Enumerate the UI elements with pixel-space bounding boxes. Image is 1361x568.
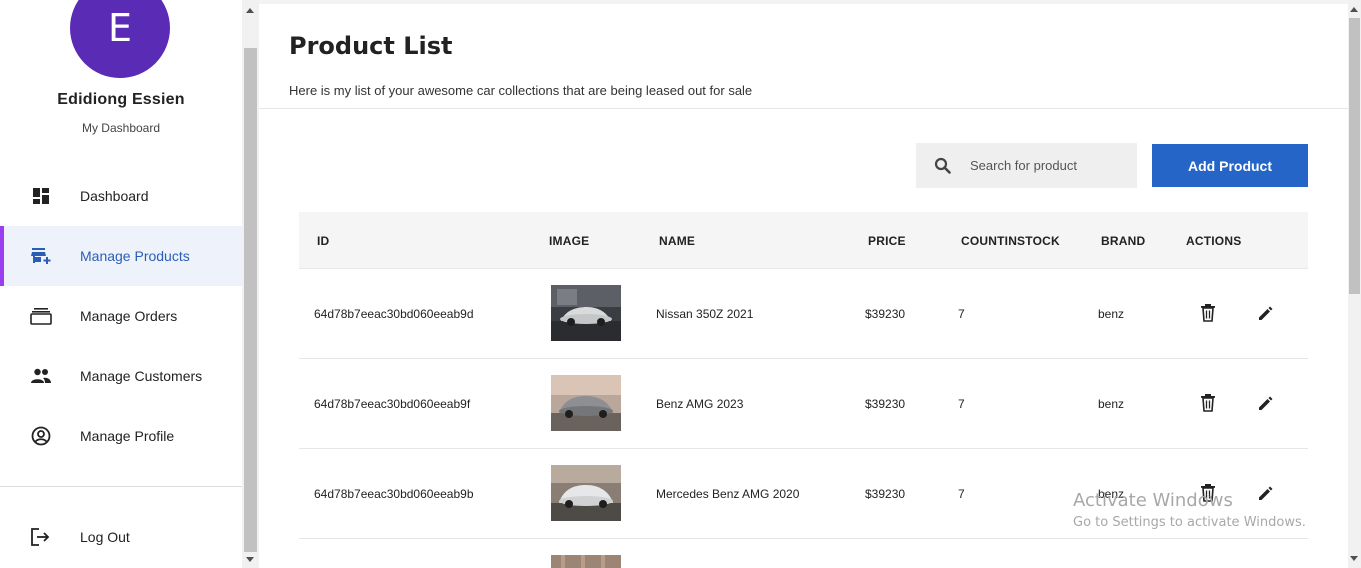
- header-divider: [259, 108, 1348, 109]
- product-count: 7: [958, 307, 965, 321]
- table-row: 64d78b7eeac30bd060eeab9f Benz AMG 2023 $…: [299, 359, 1308, 449]
- main-scrollbar[interactable]: [1348, 0, 1361, 568]
- column-header-id: ID: [317, 234, 330, 248]
- scroll-up-arrow-icon[interactable]: [1350, 7, 1358, 12]
- product-brand: benz: [1098, 397, 1125, 411]
- column-header-countinstock: COUNTINSTOCK: [961, 234, 1060, 248]
- column-header-image: IMAGE: [549, 234, 590, 248]
- sidebar-scroll-thumb[interactable]: [244, 48, 257, 552]
- sidebar-item-manage-profile[interactable]: Manage Profile: [0, 406, 242, 466]
- windows-activation-watermark: Activate Windows Go to Settings to activ…: [1073, 490, 1306, 530]
- search-box[interactable]: [916, 143, 1137, 188]
- search-icon: [934, 157, 952, 175]
- account-circle-icon: [30, 425, 52, 447]
- product-name: Benz AMG 2023: [656, 397, 744, 411]
- sidebar-item-manage-orders[interactable]: Manage Orders: [0, 286, 242, 346]
- user-name: Edidiong Essien: [57, 91, 185, 108]
- sidebar-item-label: Manage Orders: [80, 308, 178, 324]
- column-header-name: NAME: [659, 234, 696, 248]
- sidebar-item-label: Manage Customers: [80, 368, 203, 384]
- search-input[interactable]: [970, 143, 1130, 188]
- scroll-up-arrow-icon[interactable]: [246, 8, 254, 13]
- edit-icon[interactable]: [1257, 394, 1277, 414]
- sidebar: E Edidiong Essien My Dashboard Dashboard…: [0, 0, 242, 568]
- product-count: 7: [958, 487, 965, 501]
- delete-icon[interactable]: [1199, 393, 1219, 413]
- sidebar-item-label: Manage Profile: [80, 428, 175, 444]
- page-subtitle: Here is my list of your awesome car coll…: [289, 83, 753, 98]
- car-thumbnail: [551, 555, 621, 568]
- product-name: Nissan 350Z 2021: [656, 307, 754, 321]
- product-id: 64d78b7eeac30bd060eeab9b: [314, 487, 474, 501]
- column-header-price: PRICE: [868, 234, 906, 248]
- product-price: $39230: [865, 307, 906, 321]
- people-icon: [30, 365, 52, 387]
- scroll-down-arrow-icon[interactable]: [1350, 556, 1358, 561]
- scroll-down-arrow-icon[interactable]: [246, 557, 254, 562]
- product-count: 7: [958, 397, 965, 411]
- sidebar-item-label: Manage Products: [80, 248, 190, 264]
- car-thumbnail: [551, 375, 621, 431]
- top-divider: [259, 0, 1348, 4]
- page-title: Product List: [289, 32, 453, 60]
- product-name: Mercedes Benz AMG 2020: [656, 487, 800, 501]
- main-scroll-thumb[interactable]: [1349, 18, 1360, 294]
- column-header-actions: ACTIONS: [1186, 234, 1242, 248]
- car-thumbnail: [551, 285, 621, 341]
- store-add-icon: [30, 245, 52, 267]
- app-window: E Edidiong Essien My Dashboard Dashboard…: [0, 0, 1361, 568]
- product-brand: benz: [1098, 307, 1125, 321]
- sidebar-item-label: Dashboard: [80, 188, 149, 204]
- watermark-subtitle: Go to Settings to activate Windows.: [1073, 515, 1306, 530]
- logout-icon: [30, 526, 52, 548]
- column-header-brand: BRAND: [1101, 234, 1146, 248]
- product-price: $39230: [865, 397, 906, 411]
- sidebar-scrollbar[interactable]: [242, 0, 259, 568]
- table-row: [299, 539, 1308, 568]
- car-thumbnail: [551, 465, 621, 521]
- sidebar-item-manage-products[interactable]: Manage Products: [0, 226, 242, 286]
- table-row: 64d78b7eeac30bd060eeab9d Nissan 350Z 202…: [299, 269, 1308, 359]
- orders-icon: [30, 305, 52, 327]
- product-id: 64d78b7eeac30bd060eeab9d: [314, 307, 474, 321]
- logout-button[interactable]: Log Out: [0, 507, 242, 567]
- edit-icon[interactable]: [1257, 304, 1277, 324]
- table-header: ID IMAGE NAME PRICE COUNTINSTOCK BRAND A…: [299, 212, 1308, 269]
- avatar[interactable]: E: [70, 0, 170, 78]
- dashboard-icon: [30, 185, 52, 207]
- logout-label: Log Out: [80, 529, 130, 545]
- delete-icon[interactable]: [1199, 303, 1219, 323]
- main-content: Product List Here is my list of your awe…: [259, 0, 1348, 568]
- sidebar-item-manage-customers[interactable]: Manage Customers: [0, 346, 242, 406]
- product-id: 64d78b7eeac30bd060eeab9f: [314, 397, 471, 411]
- product-price: $39230: [865, 487, 906, 501]
- watermark-title: Activate Windows: [1073, 490, 1233, 511]
- sidebar-item-dashboard[interactable]: Dashboard: [0, 166, 242, 226]
- add-product-button[interactable]: Add Product: [1152, 144, 1308, 187]
- dashboard-subtitle: My Dashboard: [81, 121, 161, 135]
- sidebar-divider: [0, 486, 242, 487]
